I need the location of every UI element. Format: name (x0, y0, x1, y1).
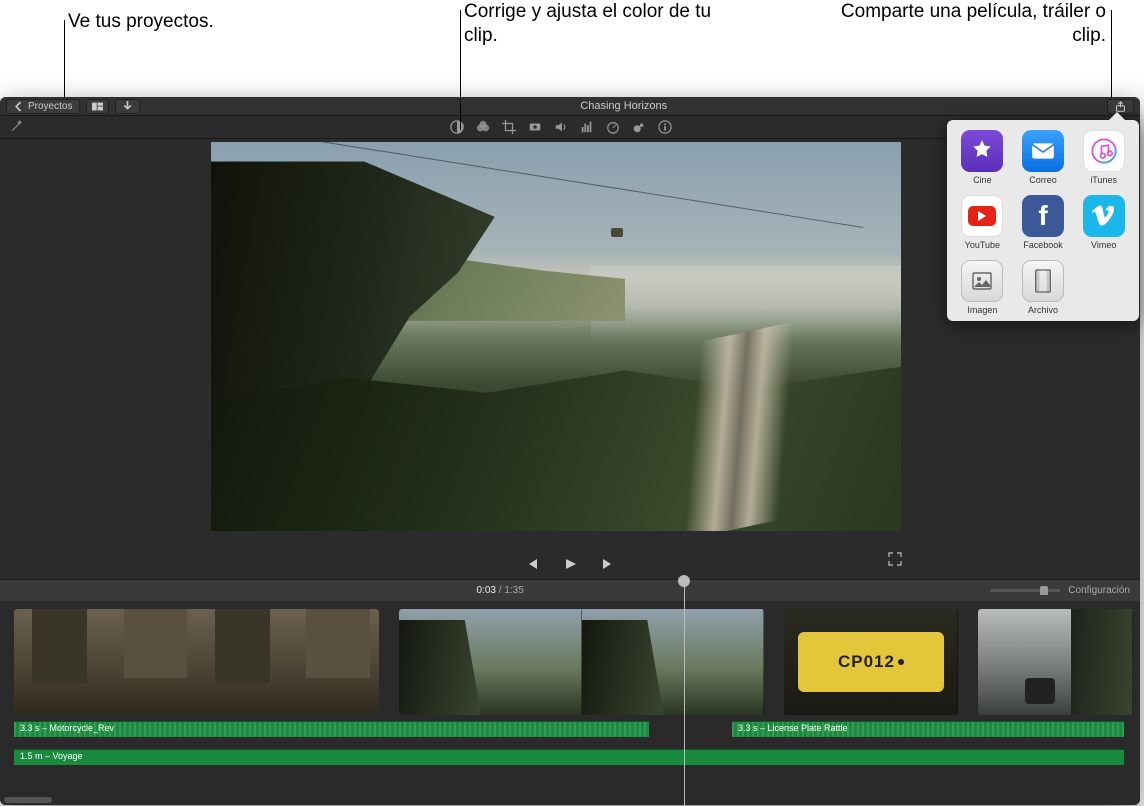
audio-clip[interactable]: 1.5 m – Voyage (14, 749, 1124, 765)
share-item-youtube[interactable]: YouTube (955, 193, 1010, 252)
youtube-icon (961, 195, 1003, 237)
share-item-file[interactable]: Archivo (1016, 258, 1071, 317)
speed-icon[interactable] (606, 120, 620, 134)
play-button[interactable] (563, 557, 577, 571)
volume-icon[interactable] (554, 120, 568, 134)
effects-icon[interactable] (632, 120, 646, 134)
stabilize-icon[interactable] (528, 120, 542, 134)
image-icon (961, 260, 1003, 302)
audio-clip[interactable]: 3.3 s – License Plate Rattle (732, 721, 1124, 737)
share-item-itunes[interactable]: iTunes (1076, 128, 1131, 187)
equalizer-icon[interactable] (580, 120, 594, 134)
file-icon (1022, 260, 1064, 302)
callout-color: Corrige y ajusta el color de tu clip. (464, 0, 724, 48)
callout-projects: Ve tus proyectos. (68, 10, 214, 34)
annotation-callouts: Ve tus proyectos. Corrige y ajusta el co… (0, 0, 1144, 90)
zoom-slider[interactable] (990, 589, 1060, 592)
timeline-clip[interactable] (978, 609, 1133, 715)
timeline-clip[interactable] (399, 609, 764, 715)
import-button[interactable] (115, 99, 140, 114)
crop-icon[interactable] (502, 120, 516, 134)
itunes-icon (1083, 130, 1125, 172)
playhead[interactable] (684, 587, 685, 805)
timeline-clip[interactable] (14, 609, 379, 715)
vimeo-icon (1083, 195, 1125, 237)
prev-button[interactable] (525, 557, 539, 571)
timeline-scrollbar[interactable] (4, 797, 52, 803)
time-current: 0:03 (477, 585, 496, 596)
facebook-icon: f (1022, 195, 1064, 237)
transport-controls (0, 557, 1140, 571)
share-item-vimeo[interactable]: Vimeo (1076, 193, 1131, 252)
preview-canvas[interactable] (211, 142, 901, 531)
share-popover: Cine Correo iTunes YouTube f Facebook Vi… (947, 120, 1139, 321)
callout-share: Comparte una película, tráiler o clip. (816, 0, 1106, 48)
project-title: Chasing Horizons (140, 100, 1107, 112)
fullscreen-button[interactable] (888, 552, 902, 571)
color-balance-icon[interactable] (450, 120, 464, 134)
timeline-clip[interactable]: CP012 (784, 609, 958, 715)
title-bar: Proyectos Chasing Horizons (0, 97, 1140, 116)
info-icon[interactable] (658, 120, 672, 134)
share-item-facebook[interactable]: f Facebook (1016, 193, 1071, 252)
back-label: Proyectos (28, 101, 72, 112)
time-row: 0:03 / 1:35 Configuración (0, 579, 1140, 601)
time-total: 1:35 (504, 585, 523, 596)
layout-toggle-button[interactable] (86, 99, 109, 114)
share-item-mail[interactable]: Correo (1016, 128, 1071, 187)
audio-clip[interactable]: 3.3 s – Motorcycle_Rev (14, 721, 649, 737)
color-correction-icon[interactable] (476, 120, 490, 134)
timeline[interactable]: CP012 3.3 s – Motorcycle_Rev 3.3 s – Lic… (0, 601, 1140, 805)
magic-wand-icon[interactable] (10, 118, 24, 132)
theater-icon (961, 130, 1003, 172)
next-button[interactable] (601, 557, 615, 571)
share-item-theater[interactable]: Cine (955, 128, 1010, 187)
settings-button[interactable]: Configuración (1068, 585, 1130, 596)
mail-icon (1022, 130, 1064, 172)
share-item-image[interactable]: Imagen (955, 258, 1010, 317)
back-projects-button[interactable]: Proyectos (6, 99, 80, 114)
